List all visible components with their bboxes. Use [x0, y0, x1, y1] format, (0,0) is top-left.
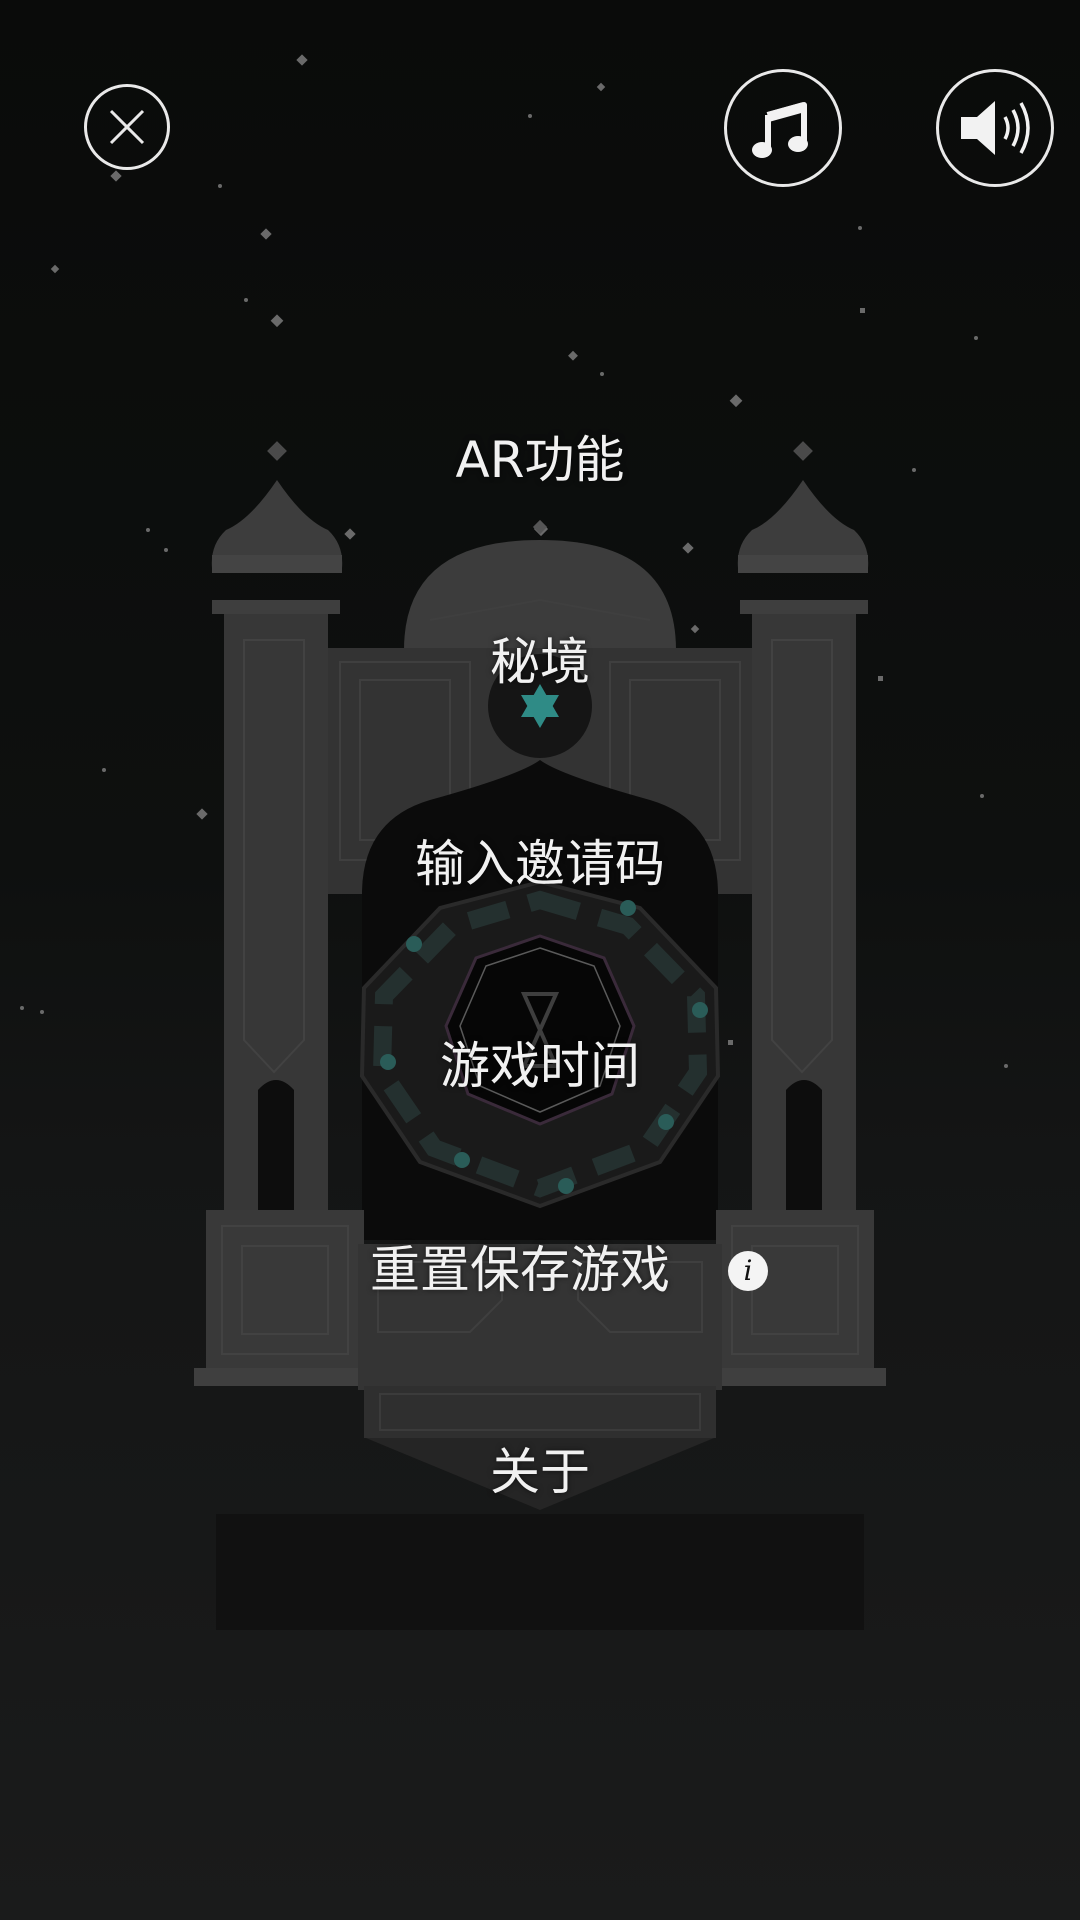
close-icon: [109, 109, 145, 145]
menu-secret-realm[interactable]: 秘境: [0, 632, 1080, 692]
menu-invite-code[interactable]: 输入邀请码: [0, 834, 1080, 894]
info-icon[interactable]: i: [728, 1251, 768, 1291]
game-menu-screen: AR功能 秘境 输入邀请码 游戏时间 重置保存游戏 i 关于: [0, 0, 1080, 1920]
sound-toggle-button[interactable]: [936, 69, 1054, 187]
music-toggle-button[interactable]: [724, 69, 842, 187]
speaker-icon: [961, 101, 1030, 155]
menu-play-time[interactable]: 游戏时间: [0, 1036, 1080, 1096]
music-note-icon: [752, 102, 808, 158]
menu-ar-feature[interactable]: AR功能: [0, 430, 1080, 490]
temple-background: [20, 54, 1008, 1630]
menu-reset-save[interactable]: 重置保存游戏: [0, 1240, 1060, 1300]
close-button[interactable]: [84, 84, 170, 170]
menu-about[interactable]: 关于: [0, 1442, 1080, 1502]
